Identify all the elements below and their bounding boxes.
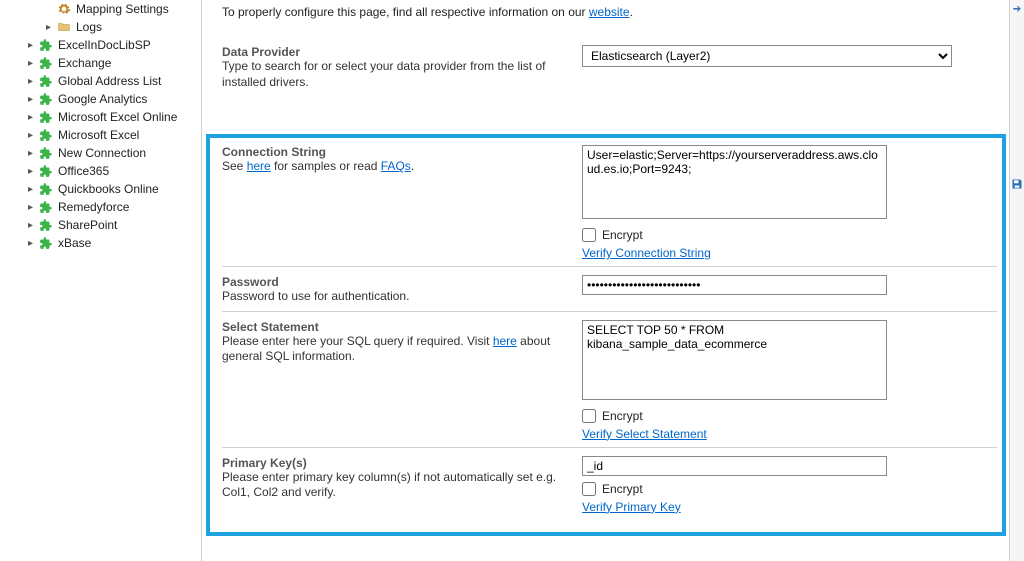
tree-label: New Connection bbox=[58, 146, 146, 160]
tree-item-logs[interactable]: ▸ Logs bbox=[0, 18, 201, 36]
chevron-right-icon: ▸ bbox=[28, 76, 38, 87]
floppy-icon[interactable] bbox=[1011, 178, 1023, 190]
puzzle-icon bbox=[38, 163, 54, 179]
password-input[interactable] bbox=[582, 275, 887, 295]
chevron-right-icon: ▸ bbox=[28, 94, 38, 105]
here-link[interactable]: here bbox=[493, 334, 517, 348]
tree-item-excelindoclibsp[interactable]: ▸ ExcelInDocLibSP bbox=[0, 36, 201, 54]
intro-text: To properly configure this page, find al… bbox=[222, 5, 997, 19]
password-desc: Password to use for authentication. bbox=[222, 289, 570, 305]
tree-label: ExcelInDocLibSP bbox=[58, 38, 151, 52]
gear-icon bbox=[56, 1, 72, 17]
data-provider-desc: Type to search for or select your data p… bbox=[222, 59, 570, 90]
tree-label: Mapping Settings bbox=[76, 2, 169, 16]
chevron-right-icon: ▸ bbox=[28, 166, 38, 177]
tree-label: Remedyforce bbox=[58, 200, 129, 214]
tree-label: SharePoint bbox=[58, 218, 117, 232]
puzzle-icon bbox=[38, 145, 54, 161]
encrypt-select-checkbox[interactable] bbox=[582, 409, 596, 423]
faqs-link[interactable]: FAQs bbox=[381, 159, 411, 173]
tree-label: Exchange bbox=[58, 56, 111, 70]
puzzle-icon bbox=[38, 55, 54, 71]
here-link[interactable]: here bbox=[247, 159, 271, 173]
tree-item-excel[interactable]: ▸ Microsoft Excel bbox=[0, 126, 201, 144]
tree-label: Office365 bbox=[58, 164, 109, 178]
tree-item-remedyforce[interactable]: ▸ Remedyforce bbox=[0, 198, 201, 216]
right-strip bbox=[1009, 0, 1024, 561]
section-data-provider: Data Provider Type to search for or sele… bbox=[222, 37, 997, 96]
connection-string-desc: See here for samples or read FAQs. bbox=[222, 159, 570, 175]
data-provider-title: Data Provider bbox=[222, 45, 570, 59]
tree-label: xBase bbox=[58, 236, 91, 250]
password-title: Password bbox=[222, 275, 570, 289]
verify-primary-key-link[interactable]: Verify Primary Key bbox=[582, 500, 681, 514]
puzzle-icon bbox=[38, 199, 54, 215]
chevron-right-icon: ▸ bbox=[28, 40, 38, 51]
tree-label: Microsoft Excel bbox=[58, 128, 139, 142]
tree-item-excel-online[interactable]: ▸ Microsoft Excel Online bbox=[0, 108, 201, 126]
tree-label: Global Address List bbox=[58, 74, 161, 88]
puzzle-icon bbox=[38, 235, 54, 251]
tree-item-new-connection[interactable]: ▸ New Connection bbox=[0, 144, 201, 162]
chevron-right-icon: ▸ bbox=[46, 22, 56, 33]
encrypt-label: Encrypt bbox=[602, 228, 643, 242]
puzzle-icon bbox=[38, 91, 54, 107]
arrow-icon[interactable] bbox=[1011, 2, 1023, 14]
puzzle-icon bbox=[38, 37, 54, 53]
section-select-statement: Select Statement Please enter here your … bbox=[222, 311, 997, 447]
puzzle-icon bbox=[38, 109, 54, 125]
puzzle-icon bbox=[38, 73, 54, 89]
select-statement-desc: Please enter here your SQL query if requ… bbox=[222, 334, 570, 365]
primary-key-title: Primary Key(s) bbox=[222, 456, 570, 470]
connection-string-title: Connection String bbox=[222, 145, 570, 159]
tree-item-xbase[interactable]: ▸ xBase bbox=[0, 234, 201, 252]
puzzle-icon bbox=[38, 217, 54, 233]
encrypt-pk-checkbox[interactable] bbox=[582, 482, 596, 496]
website-link[interactable]: website bbox=[589, 5, 630, 19]
data-provider-select[interactable]: Elasticsearch (Layer2) bbox=[582, 45, 952, 67]
select-statement-title: Select Statement bbox=[222, 320, 570, 334]
tree-label: Google Analytics bbox=[58, 92, 147, 106]
tree-item-mapping-settings[interactable]: Mapping Settings bbox=[0, 0, 201, 18]
connection-string-input[interactable]: User=elastic;Server=https://yourserverad… bbox=[582, 145, 887, 219]
chevron-right-icon: ▸ bbox=[28, 148, 38, 159]
tree-item-google-analytics[interactable]: ▸ Google Analytics bbox=[0, 90, 201, 108]
puzzle-icon bbox=[38, 181, 54, 197]
tree-item-office365[interactable]: ▸ Office365 bbox=[0, 162, 201, 180]
chevron-right-icon: ▸ bbox=[28, 202, 38, 213]
chevron-right-icon: ▸ bbox=[28, 112, 38, 123]
chevron-right-icon: ▸ bbox=[28, 130, 38, 141]
encrypt-label: Encrypt bbox=[602, 482, 643, 496]
verify-select-statement-link[interactable]: Verify Select Statement bbox=[582, 427, 707, 441]
intro-prefix: To properly configure this page, find al… bbox=[222, 5, 589, 19]
tree-label: Quickbooks Online bbox=[58, 182, 159, 196]
primary-key-input[interactable] bbox=[582, 456, 887, 476]
main-panel: To properly configure this page, find al… bbox=[202, 0, 1009, 561]
folder-icon bbox=[56, 19, 72, 35]
verify-connection-string-link[interactable]: Verify Connection String bbox=[582, 246, 711, 260]
tree-item-quickbooks[interactable]: ▸ Quickbooks Online bbox=[0, 180, 201, 198]
chevron-right-icon: ▸ bbox=[28, 58, 38, 69]
tree-label: Logs bbox=[76, 20, 102, 34]
puzzle-icon bbox=[38, 127, 54, 143]
select-statement-input[interactable]: SELECT TOP 50 * FROM kibana_sample_data_… bbox=[582, 320, 887, 400]
chevron-right-icon: ▸ bbox=[28, 220, 38, 231]
tree-item-sharepoint[interactable]: ▸ SharePoint bbox=[0, 216, 201, 234]
tree-label: Microsoft Excel Online bbox=[58, 110, 177, 124]
encrypt-connstring-checkbox[interactable] bbox=[582, 228, 596, 242]
chevron-right-icon: ▸ bbox=[28, 184, 38, 195]
tree-item-exchange[interactable]: ▸ Exchange bbox=[0, 54, 201, 72]
chevron-right-icon: ▸ bbox=[28, 238, 38, 249]
section-connection-string: Connection String See here for samples o… bbox=[222, 136, 997, 266]
encrypt-label: Encrypt bbox=[602, 409, 643, 423]
section-primary-key: Primary Key(s) Please enter primary key … bbox=[222, 447, 997, 520]
intro-suffix: . bbox=[630, 5, 633, 19]
sidebar-tree: Mapping Settings ▸ Logs ▸ ExcelInDocLibS… bbox=[0, 0, 202, 561]
primary-key-desc: Please enter primary key column(s) if no… bbox=[222, 470, 570, 501]
section-password: Password Password to use for authenticat… bbox=[222, 266, 997, 311]
tree-item-gal[interactable]: ▸ Global Address List bbox=[0, 72, 201, 90]
